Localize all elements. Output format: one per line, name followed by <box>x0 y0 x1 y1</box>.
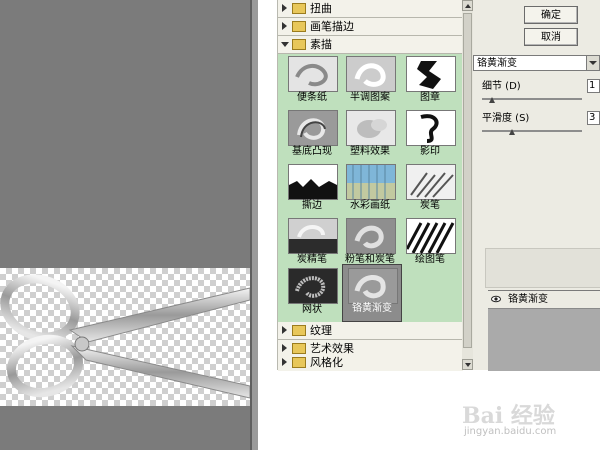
preview-canvas[interactable] <box>0 268 250 406</box>
filter-select-value: 铬黄渐变 <box>477 58 517 69</box>
settings-panel: 确定 取消 铬黄渐变 细节 (D) 1 平滑度 (S) 3 铬黄渐变 <box>473 0 600 371</box>
smoothness-input[interactable]: 3 <box>587 111 600 125</box>
thumbnail-caption: 影印 <box>420 146 440 157</box>
category-brush-strokes[interactable]: 画笔描边 <box>278 18 463 36</box>
filter-thumb-conte-crayon[interactable]: 炭精笔 <box>284 216 340 270</box>
thumbnail-image <box>346 164 396 200</box>
filter-thumb-plaster[interactable]: 塑料效果 <box>342 108 398 162</box>
category-label: 扭曲 <box>310 2 332 15</box>
folder-icon <box>292 343 306 354</box>
filter-thumb-water-paper[interactable]: 水彩画纸 <box>342 162 398 216</box>
smoothness-slider-track[interactable] <box>482 130 582 132</box>
ok-button[interactable]: 确定 <box>524 6 578 24</box>
category-sketch[interactable]: 素描 <box>278 36 463 54</box>
thumbnail-image <box>346 110 396 146</box>
category-label: 纹理 <box>310 324 332 337</box>
thumbnail-image <box>346 56 396 92</box>
thumbnail-caption: 图章 <box>420 92 440 103</box>
scroll-up-button[interactable] <box>462 0 473 11</box>
detail-slider-knob[interactable] <box>489 97 495 103</box>
settings-empty-area <box>485 248 600 288</box>
collapse-arrow-icon[interactable] <box>281 42 289 47</box>
scroll-thumb[interactable] <box>463 13 472 348</box>
category-stylize[interactable]: 风格化 <box>278 354 463 371</box>
scissors-preview-image <box>0 274 250 399</box>
folder-icon <box>292 21 306 32</box>
watermark-url: jingyan.baidu.com <box>464 426 557 437</box>
thumbnail-caption: 水彩画纸 <box>350 200 390 211</box>
filter-thumb-bas-relief[interactable]: 基底凸现 <box>284 108 340 162</box>
filter-select[interactable]: 铬黄渐变 <box>473 55 600 71</box>
expand-arrow-icon[interactable] <box>282 358 287 366</box>
filter-thumb-note-paper[interactable]: 便条纸 <box>284 54 340 108</box>
filter-thumb-halftone[interactable]: 半调图案 <box>342 54 398 108</box>
thumbnail-image <box>288 164 338 200</box>
category-label: 风格化 <box>310 356 343 369</box>
thumbnail-image <box>406 56 456 92</box>
panel-divider <box>250 0 258 450</box>
filter-thumb-photocopy[interactable]: 影印 <box>402 108 458 162</box>
watermark-logo: Bai 经验 <box>462 403 555 429</box>
filter-thumb-stamp[interactable]: 图章 <box>402 54 458 108</box>
effect-layer-name: 铬黄渐变 <box>508 294 548 305</box>
thumbnail-caption: 半调图案 <box>350 92 390 103</box>
thumbnail-caption: 网状 <box>302 304 322 315</box>
expand-arrow-icon[interactable] <box>282 326 287 334</box>
filter-thumb-charcoal[interactable]: 炭笔 <box>402 162 458 216</box>
eye-icon[interactable] <box>491 294 501 304</box>
smoothness-slider-knob[interactable] <box>509 129 515 135</box>
baidu-jingyan-watermark: Bai 经验 jingyan.baidu.com <box>462 398 600 450</box>
thumbnail-image <box>288 218 338 254</box>
detail-input[interactable]: 1 <box>587 79 600 93</box>
thumbnail-caption: 绘图笔 <box>415 254 445 265</box>
expand-arrow-icon[interactable] <box>282 4 287 12</box>
folder-icon <box>292 325 306 336</box>
scroll-down-button[interactable] <box>462 359 473 370</box>
thumbnail-image <box>406 110 456 146</box>
smoothness-label: 平滑度 (S) <box>482 113 530 124</box>
thumbnail-image <box>348 268 398 304</box>
filter-thumb-reticulation[interactable]: 网状 <box>284 266 340 320</box>
thumbnail-image <box>406 218 456 254</box>
filter-thumb-chalk-charcoal[interactable]: 粉笔和炭笔 <box>342 216 398 270</box>
folder-icon <box>292 3 306 14</box>
chevron-down-icon[interactable] <box>586 56 599 70</box>
category-label: 素描 <box>310 38 332 51</box>
category-texture[interactable]: 纹理 <box>278 322 463 340</box>
expand-arrow-icon[interactable] <box>282 344 287 352</box>
thumbnail-image <box>288 56 338 92</box>
expand-arrow-icon[interactable] <box>282 22 287 30</box>
filter-thumb-chrome[interactable]: 铬黄渐变 <box>342 264 402 322</box>
folder-open-icon <box>292 39 306 50</box>
thumbnail-image <box>406 164 456 200</box>
category-distort[interactable]: 扭曲 <box>278 0 463 18</box>
detail-slider-track[interactable] <box>482 98 582 100</box>
detail-label: 细节 (D) <box>482 81 521 92</box>
effect-layers-panel: 铬黄渐变 <box>488 290 600 371</box>
effect-layer-row[interactable]: 铬黄渐变 <box>488 291 600 309</box>
thumbnail-caption: 塑料效果 <box>350 146 390 157</box>
filter-thumb-graphic-pen[interactable]: 绘图笔 <box>402 216 458 270</box>
thumbnail-image <box>346 218 396 254</box>
thumbnail-image <box>288 110 338 146</box>
thumbnail-image <box>288 268 338 304</box>
sketch-filter-thumbnails: 便条纸 半调图案 图章 基底凸现 塑料效果 影印 撕边 水彩画纸 炭笔 炭精笔 … <box>278 54 463 323</box>
cancel-button[interactable]: 取消 <box>524 28 578 46</box>
category-label: 画笔描边 <box>310 20 354 33</box>
filter-thumb-torn-edges[interactable]: 撕边 <box>284 162 340 216</box>
thumbnail-caption: 铬黄渐变 <box>352 303 392 314</box>
filter-gallery-list: 扭曲 画笔描边 素描 便条纸 半调图案 图章 基底凸现 塑料效果 影印 撕边 水… <box>277 0 464 371</box>
thumbnail-caption: 炭笔 <box>420 200 440 211</box>
folder-icon <box>292 357 306 368</box>
